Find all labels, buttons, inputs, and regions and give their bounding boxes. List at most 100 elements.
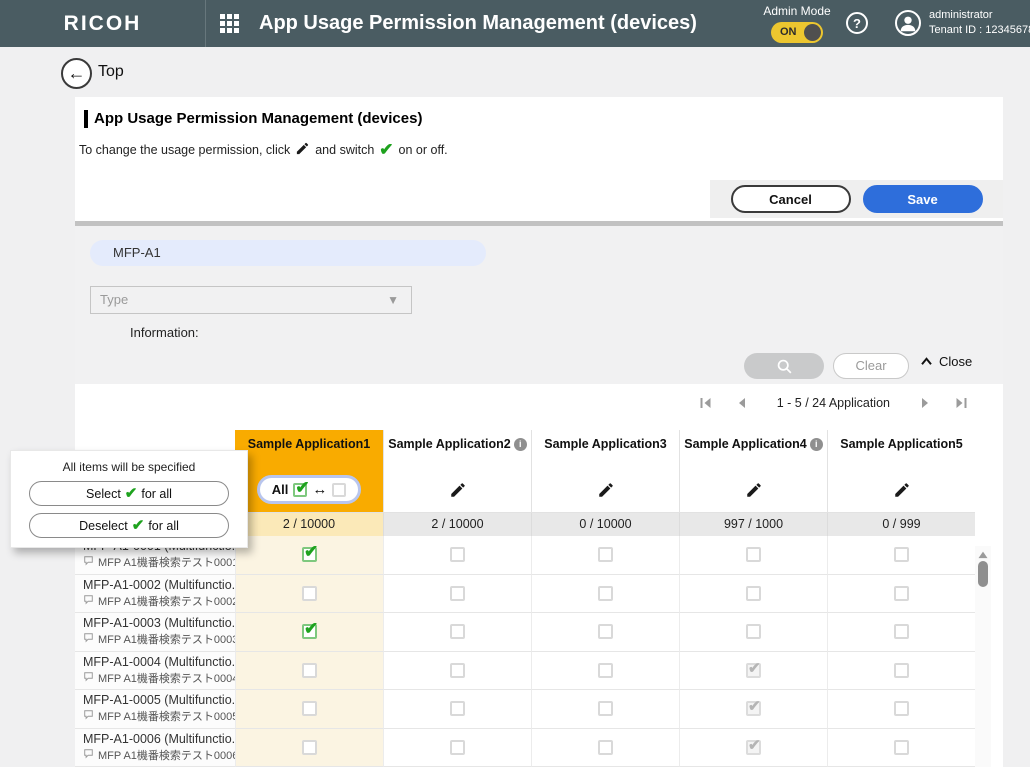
permission-checkbox[interactable]	[302, 586, 317, 601]
content-card: App Usage Permission Management (devices…	[75, 97, 1003, 767]
permission-cell	[383, 575, 531, 614]
permission-checkbox[interactable]	[598, 624, 613, 639]
device-serial: MFP A1機番検索テスト0004	[83, 670, 238, 686]
close-search-button[interactable]: Close	[920, 354, 972, 369]
checked-checkbox-icon	[293, 483, 307, 497]
type-dropdown[interactable]: Type ▼	[90, 286, 412, 314]
column-action	[680, 481, 827, 504]
permission-cell	[531, 729, 679, 767]
permission-checkbox[interactable]	[746, 701, 761, 716]
device-filter-chip[interactable]: MFP-A1	[90, 240, 486, 266]
permission-cell	[827, 613, 975, 652]
app-title: App Usage Permission Management (devices…	[259, 12, 697, 35]
permission-cell	[383, 536, 531, 575]
edit-pencil-icon[interactable]	[745, 481, 763, 504]
user-avatar-icon[interactable]	[895, 10, 921, 36]
next-page-icon[interactable]	[918, 396, 932, 410]
device-name: MFP-A1-0003 (Multifunctio...	[83, 616, 242, 630]
last-page-icon[interactable]	[954, 396, 968, 410]
edit-pencil-icon[interactable]	[449, 481, 467, 504]
permission-checkbox[interactable]	[302, 624, 317, 639]
app-launcher-icon[interactable]	[220, 14, 239, 33]
select-all-popup: All items will be specified Select ✔ for…	[10, 450, 248, 548]
save-button[interactable]: Save	[863, 185, 983, 213]
permission-checkbox[interactable]	[450, 663, 465, 678]
back-button[interactable]: ←	[61, 58, 92, 89]
screen: RICOH App Usage Permission Management (d…	[0, 0, 1030, 767]
permission-cell	[235, 575, 383, 614]
device-name: MFP-A1-0004 (Multifunctio...	[83, 655, 242, 669]
scroll-up-icon	[977, 550, 989, 559]
permission-cell	[679, 652, 827, 691]
permission-checkbox[interactable]	[894, 547, 909, 562]
admin-mode-toggle[interactable]: ON	[771, 22, 823, 43]
permission-checkbox[interactable]	[746, 586, 761, 601]
permission-checkbox[interactable]	[746, 740, 761, 755]
device-serial: MFP A1機番検索テスト0006	[83, 747, 238, 763]
unchecked-checkbox-icon	[332, 483, 346, 497]
info-icon[interactable]: i	[810, 438, 823, 451]
admin-mode-label: Admin Mode	[762, 4, 832, 18]
device-serial: MFP A1機番検索テスト0002	[83, 593, 238, 609]
app-column-header: Sample Application5	[827, 430, 975, 513]
search-button[interactable]	[744, 353, 824, 379]
cancel-button[interactable]: Cancel	[731, 185, 851, 213]
permission-checkbox[interactable]	[302, 701, 317, 716]
permission-checkbox[interactable]	[302, 663, 317, 678]
device-serial: MFP A1機番検索テスト0003	[83, 631, 238, 647]
chevron-down-icon: ▼	[387, 287, 399, 313]
permission-checkbox[interactable]	[598, 740, 613, 755]
toggle-knob	[804, 24, 821, 41]
permission-checkbox[interactable]	[894, 624, 909, 639]
permission-cell	[679, 690, 827, 729]
device-serial: MFP A1機番検索テスト0005	[83, 708, 238, 724]
permission-checkbox[interactable]	[894, 701, 909, 716]
permission-checkbox[interactable]	[746, 663, 761, 678]
table-scrollbar[interactable]	[975, 546, 991, 767]
permission-checkbox[interactable]	[450, 624, 465, 639]
clear-button[interactable]: Clear	[833, 353, 909, 379]
chevron-up-icon	[920, 357, 933, 366]
scrollbar-thumb[interactable]	[978, 561, 988, 587]
permission-checkbox[interactable]	[450, 586, 465, 601]
permission-checkbox[interactable]	[746, 624, 761, 639]
permission-checkbox[interactable]	[450, 547, 465, 562]
deselect-all-button[interactable]: Deselect ✔ for all	[29, 513, 229, 538]
first-page-icon[interactable]	[699, 396, 713, 410]
info-icon[interactable]: i	[514, 438, 527, 451]
usage-count: 2 / 10000	[383, 513, 531, 536]
permission-checkbox[interactable]	[598, 547, 613, 562]
permission-checkbox[interactable]	[894, 586, 909, 601]
permission-checkbox[interactable]	[598, 663, 613, 678]
permission-checkbox[interactable]	[450, 740, 465, 755]
edit-pencil-icon[interactable]	[893, 481, 911, 504]
check-icon: ✔	[125, 487, 138, 501]
permission-checkbox[interactable]	[894, 740, 909, 755]
app-column-title: Sample Application3	[532, 430, 679, 451]
action-button-bar: Cancel Save	[710, 180, 1003, 218]
permission-checkbox[interactable]	[302, 740, 317, 755]
note-icon	[83, 632, 94, 646]
permission-cell	[679, 729, 827, 767]
user-name: administrator	[929, 8, 1030, 23]
instruction-text: To change the usage permission, click an…	[79, 141, 448, 159]
permission-cell	[235, 652, 383, 691]
swap-arrow-icon: ↔	[312, 481, 327, 498]
check-icon: ✔	[132, 519, 145, 533]
search-icon	[776, 358, 793, 375]
permission-checkbox[interactable]	[746, 547, 761, 562]
edit-pencil-icon[interactable]	[597, 481, 615, 504]
permission-checkbox[interactable]	[598, 586, 613, 601]
usage-count: 0 / 10000	[531, 513, 679, 536]
prev-page-icon[interactable]	[735, 396, 749, 410]
permission-checkbox[interactable]	[302, 547, 317, 562]
help-icon[interactable]: ?	[846, 12, 868, 34]
permission-checkbox[interactable]	[450, 701, 465, 716]
ricoh-logo: RICOH	[0, 12, 205, 36]
permission-cell	[827, 536, 975, 575]
all-toggle-button[interactable]: All↔	[257, 475, 362, 504]
select-all-button[interactable]: Select ✔ for all	[29, 481, 229, 506]
permission-checkbox[interactable]	[598, 701, 613, 716]
permission-checkbox[interactable]	[894, 663, 909, 678]
permission-cell	[531, 690, 679, 729]
